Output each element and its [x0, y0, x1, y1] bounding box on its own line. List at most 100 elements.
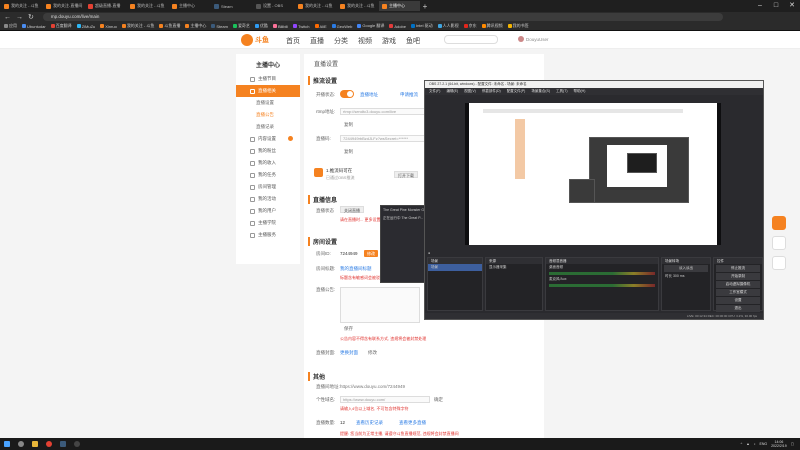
transition-select[interactable]: 淡入淡出 — [664, 265, 708, 272]
back-to-top-button[interactable] — [772, 256, 786, 270]
scene-item[interactable]: 场景 — [428, 264, 482, 271]
browser-tab[interactable]: 我的关注 - 斗鱼 — [1, 1, 42, 11]
sidebar-item[interactable]: 主播学院 — [236, 217, 300, 229]
bookmark-item[interactable]: Adobe — [389, 24, 406, 29]
sidebar-item[interactable]: 主播服务 — [236, 229, 300, 241]
obs-menu-item[interactable]: 帮助(H) — [574, 88, 586, 95]
sidebar-item[interactable]: 内容设置 — [236, 133, 300, 145]
sidebar-item[interactable]: 我的收入 — [236, 157, 300, 169]
browser-tab[interactable]: 我的关注 - 斗鱼 — [295, 1, 336, 11]
stream-key-field[interactable]: 7244949rbBzdJLFz?wsSecret=****** — [340, 135, 426, 142]
bookmark-item[interactable]: 百度翻译 — [50, 23, 72, 29]
network-icon[interactable]: ▲ — [746, 442, 749, 446]
bookmark-item[interactable]: ZiMuZu — [76, 24, 95, 29]
close-live-button[interactable]: 关闭直播 — [340, 206, 364, 213]
sidebar-item[interactable]: 直播相关 — [236, 85, 300, 97]
bookmark-item[interactable]: Twitch — [293, 24, 310, 29]
start-icon[interactable] — [0, 438, 14, 450]
top-nav-item[interactable]: 视频 — [358, 36, 372, 46]
obs-control-button[interactable]: 退出 — [716, 305, 760, 312]
bookmark-item[interactable]: 爱奇艺 — [232, 23, 250, 29]
browser-tab[interactable]: 我的关注-直播间 — [43, 1, 84, 11]
obs-menu-item[interactable]: 场景集合(S) — [531, 88, 550, 95]
obs-control-button[interactable]: 停止推流 — [716, 265, 760, 272]
more-streams-link[interactable]: 查看更多直播 — [399, 420, 426, 426]
bookmark-item[interactable]: Steam — [211, 24, 228, 29]
sidebar-item[interactable]: 我的用户 — [236, 205, 300, 217]
modify-room-id-button[interactable]: 修改 — [364, 250, 378, 257]
copy-key-button[interactable]: 复制 — [344, 149, 353, 155]
stream-address-link[interactable]: 直播地址 — [360, 92, 378, 98]
minimize-icon[interactable]: – — [752, 0, 768, 12]
sidebar-item[interactable]: 我的粉丝 — [236, 145, 300, 157]
bookmark-item[interactable]: 我的关注 - 斗鱼 — [121, 23, 154, 29]
bookmark-item[interactable]: 我的书签 — [507, 23, 529, 29]
rtmp-field[interactable]: rtmp://sendtc3.douyu.com/live — [340, 108, 426, 115]
top-nav-item[interactable]: 鱼吧 — [406, 36, 420, 46]
obs-icon[interactable] — [70, 438, 84, 450]
language-indicator[interactable]: ENG — [760, 442, 768, 446]
forward-icon[interactable]: → — [16, 14, 23, 21]
open-download-button[interactable]: 打开下载 — [394, 171, 418, 178]
tray-up-icon[interactable]: ^ — [741, 442, 743, 446]
douyu-logo[interactable]: 斗鱼 — [241, 34, 269, 46]
obs-menu-item[interactable]: 编辑(E) — [446, 88, 458, 95]
save-notice-button[interactable]: 保存 — [344, 326, 353, 332]
search-icon[interactable] — [14, 438, 28, 450]
room-title-value[interactable]: 我的直播间标题 — [340, 266, 372, 272]
stream-toggle[interactable] — [340, 90, 354, 98]
back-icon[interactable]: ← — [4, 14, 11, 21]
obs-window[interactable]: OBS 27.2.1 (64-bit, windows) - 配置文件: 未命名… — [424, 80, 764, 320]
bookmark-item[interactable]: GeoWeb — [331, 24, 352, 29]
history-link[interactable]: 查看历史记录 — [356, 420, 383, 426]
top-nav-item[interactable]: 首页 — [286, 36, 300, 46]
bookmark-item[interactable]: 人人影视 — [437, 23, 459, 29]
top-nav-item[interactable]: 分类 — [334, 36, 348, 46]
sidebar-item[interactable]: 直播记录 — [236, 121, 300, 133]
browser-tab[interactable]: 我的关注 - 斗鱼 — [337, 1, 378, 11]
close-icon[interactable]: ✕ — [784, 0, 800, 12]
bookmark-item[interactable]: 京东 — [463, 23, 477, 29]
bookmark-item[interactable]: 优酷 — [254, 23, 268, 29]
sidebar-item[interactable]: 房间管理 — [236, 181, 300, 193]
bookmark-item[interactable]: Ubuntudar — [22, 24, 46, 29]
copy-rtmp-button[interactable]: 复制 — [344, 122, 353, 128]
header-search-input[interactable] — [444, 35, 498, 44]
bookmark-item[interactable]: Google 翻译 — [357, 23, 384, 29]
room-url-value[interactable]: https://www.douyu.com/7244949 — [340, 384, 405, 389]
obs-menu-item[interactable]: 视图(V) — [464, 88, 476, 95]
bookmark-item[interactable]: 斗鱼直播 — [159, 23, 180, 29]
obs-menu-item[interactable]: 文件(F) — [429, 88, 440, 95]
browser-tab[interactable]: 设置 - OBS — [253, 1, 294, 11]
obs-menu-item[interactable]: 工具(T) — [556, 88, 567, 95]
bookmark-item[interactable]: Xinruo — [100, 24, 117, 29]
file-explorer-icon[interactable] — [28, 438, 42, 450]
new-tab-button[interactable]: + — [420, 2, 430, 11]
notification-icon[interactable]: ▢ — [791, 442, 794, 446]
share-button[interactable] — [772, 216, 786, 230]
sidebar-item[interactable]: 我的活动 — [236, 193, 300, 205]
top-nav-item[interactable]: 游戏 — [382, 36, 396, 46]
obs-control-button[interactable]: 启动虚拟摄像机 — [716, 281, 760, 288]
browser-tab[interactable]: 主播中心 — [379, 1, 420, 11]
transition-duration[interactable]: 时长 300 ms — [662, 273, 710, 280]
cover-modify-button[interactable]: 修改 — [368, 350, 377, 356]
browser-tab[interactable]: 主播中心 — [169, 1, 210, 11]
obs-menu-item[interactable]: 配置文件(P) — [507, 88, 526, 95]
bookmark-item[interactable]: AliE — [314, 24, 327, 29]
obs-menu-item[interactable]: 停靠部件(D) — [482, 88, 501, 95]
home-button[interactable] — [772, 236, 786, 250]
sidebar-item[interactable]: 主播节目 — [236, 73, 300, 85]
obs-control-button[interactable]: 工作室模式 — [716, 289, 760, 296]
sidebar-item[interactable]: 我的任务 — [236, 169, 300, 181]
bookmark-item[interactable]: 腾讯视频 — [481, 23, 503, 29]
sidebar-item[interactable]: 直播设置 — [236, 97, 300, 109]
reload-icon[interactable]: ↻ — [28, 13, 34, 21]
bookmark-item[interactable]: 应用 — [4, 23, 17, 29]
obs-control-button[interactable]: 开始录制 — [716, 273, 760, 280]
obs-control-button[interactable]: 设置 — [716, 297, 760, 304]
game-overlay-popup[interactable]: The Great Pine Monster Game 正在运行中 The Gr… — [380, 205, 428, 283]
top-nav-item[interactable]: 直播 — [310, 36, 324, 46]
source-item[interactable]: 显示器采集 — [486, 264, 542, 271]
apply-stream-link[interactable]: 申请推流 — [400, 92, 418, 98]
